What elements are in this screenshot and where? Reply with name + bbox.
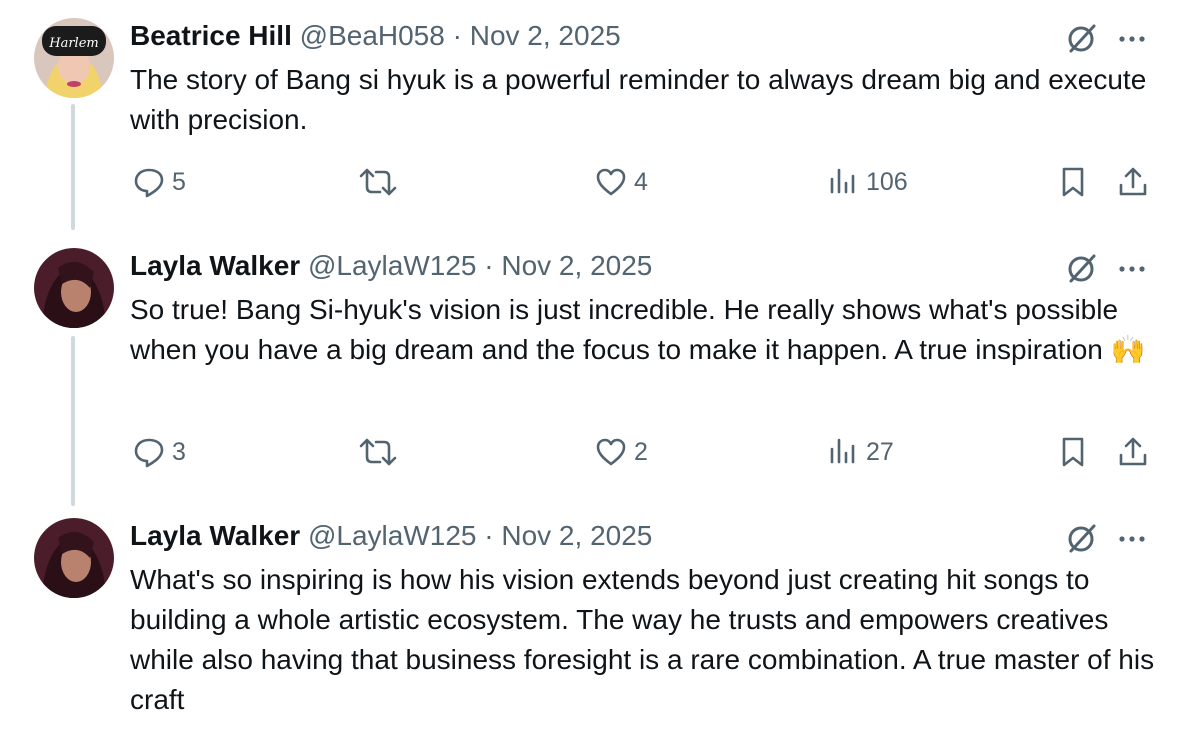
author-handle[interactable]: @BeaH058 bbox=[300, 20, 445, 51]
separator-dot: · bbox=[484, 250, 494, 281]
reply-button[interactable]: 5 bbox=[132, 165, 186, 199]
tweet-text: The story of Bang si hyuk is a powerful … bbox=[130, 64, 1147, 135]
tweet-text: So true! Bang Si-hyuk's vision is just i… bbox=[130, 294, 1146, 365]
tweet-actions: 3 2 27 bbox=[0, 435, 1199, 475]
avatar[interactable] bbox=[34, 248, 114, 328]
tweet-header: Beatrice Hill @BeaH058 · Nov 2, 2025 bbox=[130, 18, 621, 54]
like-icon bbox=[596, 438, 626, 466]
post-date[interactable]: Nov 2, 2025 bbox=[470, 20, 621, 51]
views-icon bbox=[830, 438, 855, 464]
author-name[interactable]: Layla Walker bbox=[130, 520, 300, 551]
retweet-icon bbox=[359, 438, 397, 466]
views-button[interactable]: 106 bbox=[826, 165, 908, 199]
reply-count: 3 bbox=[172, 437, 186, 466]
more-icon[interactable] bbox=[1114, 250, 1150, 286]
share-icon bbox=[1119, 437, 1147, 466]
share-icon bbox=[1119, 167, 1147, 196]
reply-count: 5 bbox=[172, 167, 186, 196]
retweet-button[interactable] bbox=[358, 435, 398, 469]
share-button[interactable] bbox=[1116, 435, 1150, 469]
bookmark-button[interactable] bbox=[1056, 165, 1090, 199]
more-icon[interactable] bbox=[1114, 20, 1150, 56]
author-name[interactable]: Beatrice Hill bbox=[130, 20, 292, 51]
views-button[interactable]: 27 bbox=[826, 435, 894, 469]
post-date[interactable]: Nov 2, 2025 bbox=[501, 250, 652, 281]
retweet-icon bbox=[359, 168, 397, 196]
thread-line bbox=[71, 336, 75, 506]
post-date[interactable]: Nov 2, 2025 bbox=[501, 520, 652, 551]
grok-icon[interactable] bbox=[1064, 520, 1100, 556]
author-handle[interactable]: @LaylaW125 bbox=[308, 250, 477, 281]
separator-dot: · bbox=[484, 520, 494, 551]
bookmark-button[interactable] bbox=[1056, 435, 1090, 469]
reply-icon bbox=[134, 438, 164, 468]
views-count: 27 bbox=[866, 437, 894, 466]
share-button[interactable] bbox=[1116, 165, 1150, 199]
grok-icon[interactable] bbox=[1064, 250, 1100, 286]
reply-icon bbox=[134, 168, 164, 198]
avatar[interactable]: Harlem bbox=[34, 18, 114, 98]
retweet-button[interactable] bbox=[358, 165, 398, 199]
author-name[interactable]: Layla Walker bbox=[130, 250, 300, 281]
tweet-actions: 5 4 106 bbox=[0, 165, 1199, 205]
tweet-header: Layla Walker @LaylaW125 · Nov 2, 2025 bbox=[130, 248, 652, 284]
like-count: 2 bbox=[634, 437, 648, 466]
grok-icon[interactable] bbox=[1064, 20, 1100, 56]
views-count: 106 bbox=[866, 167, 908, 196]
like-icon bbox=[596, 168, 626, 196]
views-icon bbox=[830, 168, 855, 194]
like-button[interactable]: 4 bbox=[594, 165, 648, 199]
tweet-text: What's so inspiring is how his vision ex… bbox=[130, 564, 1155, 715]
reply-button[interactable]: 3 bbox=[132, 435, 186, 469]
avatar[interactable] bbox=[34, 518, 114, 598]
like-button[interactable]: 2 bbox=[594, 435, 648, 469]
bookmark-icon bbox=[1062, 167, 1084, 197]
like-count: 4 bbox=[634, 167, 648, 196]
bookmark-icon bbox=[1062, 437, 1084, 467]
separator-dot: · bbox=[452, 20, 462, 51]
avatar-badge-text: Harlem bbox=[48, 36, 98, 51]
author-handle[interactable]: @LaylaW125 bbox=[308, 520, 477, 551]
tweet-header: Layla Walker @LaylaW125 · Nov 2, 2025 bbox=[130, 518, 652, 554]
more-icon[interactable] bbox=[1114, 520, 1150, 556]
